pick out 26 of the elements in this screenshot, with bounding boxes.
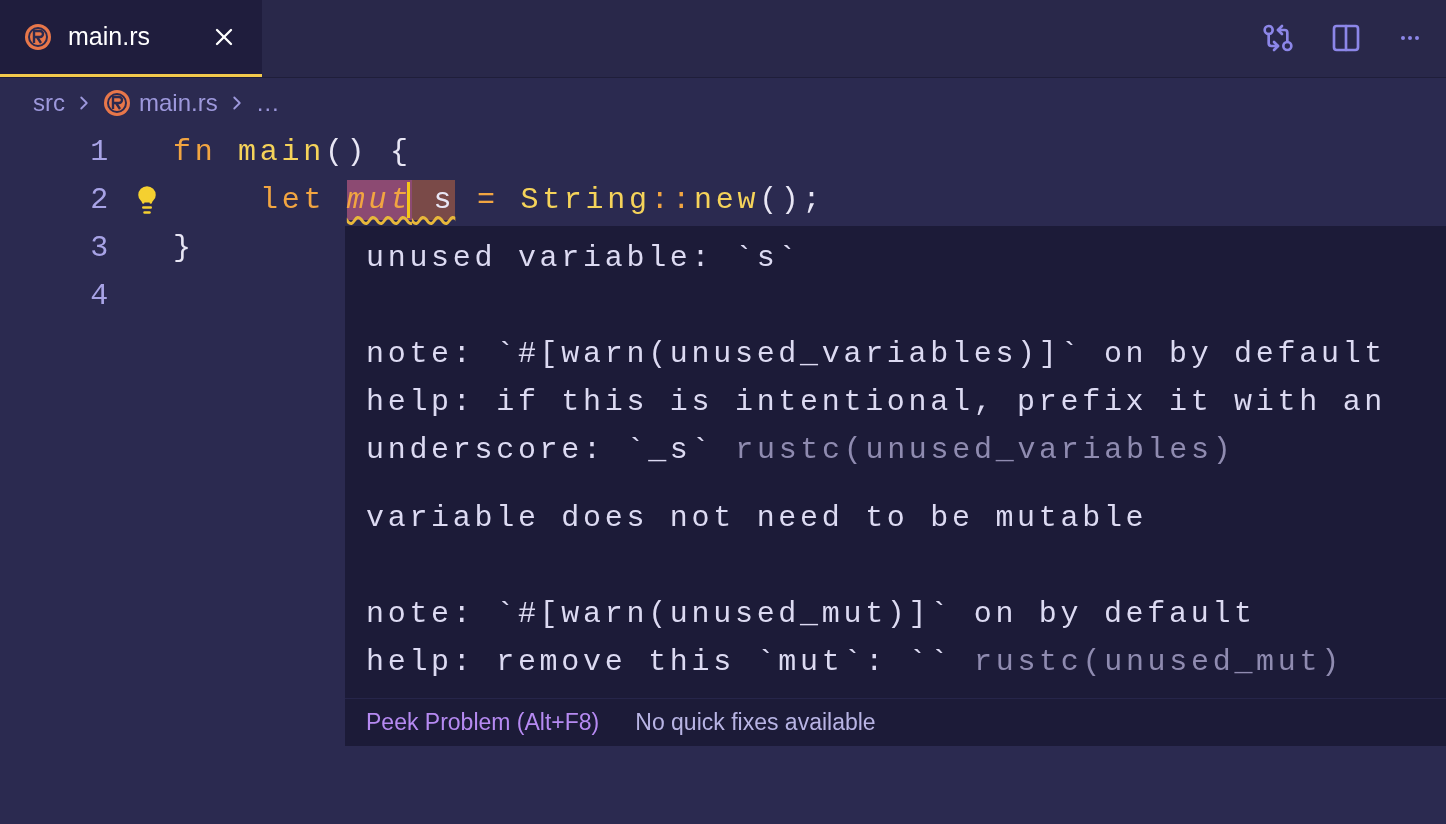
compare-icon[interactable] xyxy=(1262,22,1294,54)
breadcrumb-item[interactable]: … xyxy=(255,85,280,121)
line-number: 2 xyxy=(89,181,113,219)
rust-file-icon xyxy=(24,22,52,51)
code-line: let mut s = String::new(); xyxy=(173,180,825,220)
diagnostic-detail: help: if this is intentional, prefix it with an xyxy=(366,384,1387,421)
breadcrumb-item[interactable]: src xyxy=(33,85,65,121)
diagnostic-detail: help: remove this `mut`: `` xyxy=(366,644,952,681)
quick-fix-status: No quick fixes available xyxy=(635,708,876,738)
editor-tab[interactable]: main.rs xyxy=(0,0,262,77)
rust-file-icon xyxy=(103,89,131,117)
diagnostic-detail: note: `#[warn(unused_mut)]` on by default xyxy=(366,596,1256,633)
diagnostic-detail: note: `#[warn(unused_variables)]` on by default xyxy=(366,336,1387,373)
breadcrumb-item[interactable]: main.rs xyxy=(139,85,218,121)
code-line: } xyxy=(173,230,195,267)
diagnostic-message: unused variable: `s` xyxy=(366,240,802,277)
line-number: 3 xyxy=(89,229,113,267)
diagnostic-source: rustc(unused_mut) xyxy=(974,644,1343,681)
peek-problem-link[interactable]: Peek Problem (Alt+F8) xyxy=(366,705,600,740)
code-line: fn main() { xyxy=(173,134,412,171)
diagnostic-detail: underscore: `_s` xyxy=(366,432,714,469)
split-editor-icon[interactable] xyxy=(1330,22,1362,54)
diagnostic-message: variable does not need to be mutable xyxy=(366,500,1149,537)
line-number: 1 xyxy=(89,133,113,171)
diagnostic-source: rustc(unused_variables) xyxy=(735,432,1235,469)
line-number: 4 xyxy=(89,277,113,315)
